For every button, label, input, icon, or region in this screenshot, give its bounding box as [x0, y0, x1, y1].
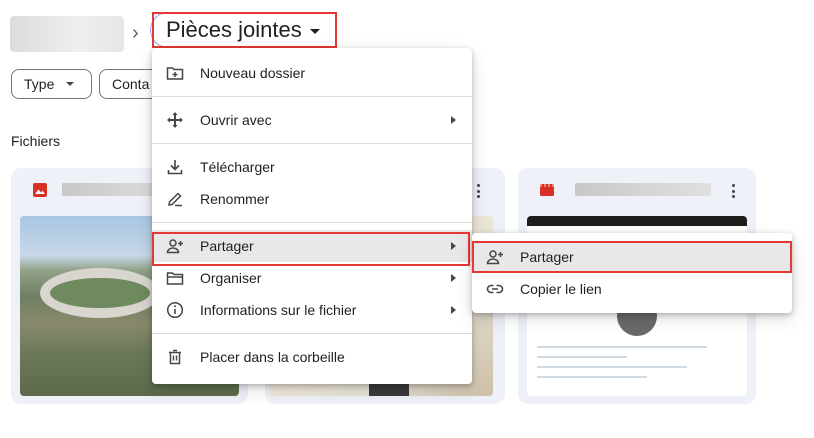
submenu-item-share[interactable]: Partager: [472, 241, 792, 273]
menu-item-file-info[interactable]: Informations sur le fichier: [152, 294, 472, 326]
menu-item-trash[interactable]: Placer dans la corbeille: [152, 341, 472, 373]
caret-down-icon: [66, 82, 75, 86]
menu-divider: [152, 143, 472, 144]
menu-item-download[interactable]: Télécharger: [152, 151, 472, 183]
menu-divider: [152, 96, 472, 97]
share-person-add-icon: [486, 250, 503, 265]
submenu-item-copy-link[interactable]: Copier le lien: [472, 273, 792, 305]
more-actions-icon[interactable]: [470, 182, 486, 200]
share-submenu: Partager Copier le lien: [472, 233, 792, 313]
trash-icon: [169, 349, 181, 365]
submenu-item-label: Partager: [520, 249, 574, 265]
share-person-add-icon: [166, 239, 183, 254]
menu-item-label: Organiser: [200, 270, 262, 286]
chevron-right-icon: [451, 242, 456, 250]
new-folder-icon: [166, 67, 184, 80]
menu-item-rename[interactable]: Renommer: [152, 183, 472, 215]
menu-item-label: Télécharger: [200, 159, 275, 175]
info-icon: [166, 301, 184, 319]
chevron-right-icon: [451, 306, 456, 314]
menu-divider: [152, 222, 472, 223]
menu-item-label: Partager: [200, 238, 254, 254]
menu-item-label: Ouvrir avec: [200, 112, 272, 128]
breadcrumb-parent-blurred[interactable]: [10, 16, 124, 52]
folder-open-icon: [166, 272, 184, 285]
chevron-right-icon: [451, 274, 456, 282]
menu-item-label: Renommer: [200, 191, 270, 207]
menu-item-label: Nouveau dossier: [200, 65, 306, 81]
menu-item-organize[interactable]: Organiser: [152, 262, 472, 294]
menu-item-label: Placer dans la corbeille: [200, 349, 345, 365]
submenu-item-label: Copier le lien: [520, 281, 602, 297]
video-file-icon: [540, 184, 554, 196]
filter-type-chip[interactable]: Type: [11, 69, 92, 99]
rename-icon: [168, 192, 182, 207]
download-icon: [167, 160, 183, 175]
breadcrumb-separator: ›: [132, 22, 139, 44]
context-menu: Nouveau dossier Ouvrir avec Télécharger …: [152, 48, 472, 384]
image-file-icon: [33, 183, 47, 197]
menu-item-share[interactable]: Partager: [152, 230, 472, 262]
menu-item-new-folder[interactable]: Nouveau dossier: [152, 57, 472, 89]
open-with-icon: [167, 112, 183, 128]
filter-type-label: Type: [24, 76, 55, 92]
menu-divider: [152, 333, 472, 334]
menu-item-open-with[interactable]: Ouvrir avec: [152, 104, 472, 136]
breadcrumb-current-folder-button[interactable]: Pièces jointes: [152, 12, 337, 48]
breadcrumb-current-label: Pièces jointes: [166, 17, 302, 42]
file-name-blurred: [575, 183, 711, 196]
link-icon: [486, 284, 504, 294]
thumbnail-detail: [40, 268, 160, 318]
more-actions-icon[interactable]: [725, 182, 741, 200]
menu-item-label: Informations sur le fichier: [200, 302, 357, 318]
caret-down-icon: [309, 29, 320, 34]
drive-page: › Pièces jointes Type Conta Fichiers Nou…: [0, 0, 814, 438]
filter-contact-label: Conta: [112, 76, 150, 92]
chevron-right-icon: [451, 116, 456, 124]
files-section-label: Fichiers: [11, 133, 61, 149]
